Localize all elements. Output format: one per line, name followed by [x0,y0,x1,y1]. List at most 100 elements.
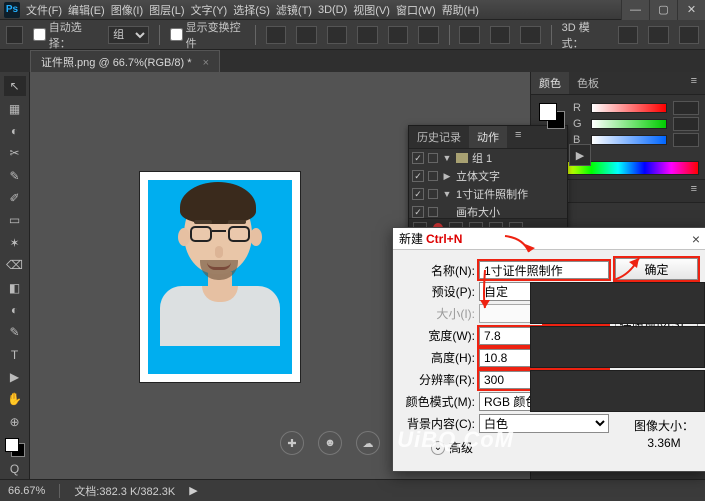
mode3d-btn-1[interactable] [618,26,638,44]
slider-b[interactable]: B [573,133,699,147]
distribute-btn-1[interactable] [459,26,479,44]
transform-controls-checkbox[interactable]: 显示变换控件 [170,19,245,51]
tool-gradient[interactable]: ◧ [4,277,26,297]
status-menu-icon[interactable]: ▶ [189,484,197,497]
tool-eraser[interactable]: ⌫ [4,255,26,275]
menu-window[interactable]: 窗口(W) [396,2,436,18]
window-maximize[interactable]: ▢ [649,0,677,20]
tool-stamp[interactable]: ▭ [4,210,26,230]
action-row[interactable]: ✓▼1寸证件照制作 [409,185,567,203]
menu-file[interactable]: 文件(F) [26,2,62,18]
tool-hand[interactable]: ✋ [4,389,26,409]
separator [159,25,160,45]
menubar: Ps 文件(F) 编辑(E) 图像(I) 图层(L) 文字(Y) 选择(S) 滤… [0,0,705,20]
label-preset: 预设(P): [401,283,479,300]
ok-button[interactable]: 确定 [615,258,698,280]
menu-edit[interactable]: 编辑(E) [68,2,105,18]
tool-dodge[interactable]: ◐ [4,300,26,320]
dialog-titlebar[interactable]: 新建 Ctrl+N × [393,228,705,250]
dialog-hotkey: Ctrl+N [426,232,462,246]
portrait-illustration [160,180,280,374]
dialog-title: 新建 [399,230,423,247]
tool-lasso[interactable]: ◐ [4,121,26,141]
id-photo [140,172,300,382]
move-tool-icon[interactable] [6,26,23,44]
panel-stub[interactable] [530,326,705,368]
tool-zoom[interactable]: ⊕ [4,412,26,432]
panel-menu-icon[interactable]: ≡ [683,72,705,94]
tab-swatches[interactable]: 色板 [569,72,607,94]
mode3d-btn-2[interactable] [648,26,668,44]
menu-3d[interactable]: 3D(D) [318,4,347,16]
dialog-close-icon[interactable]: × [692,231,700,247]
auto-select-label: 自动选择： [49,19,98,51]
label-height: 高度(H): [401,349,479,366]
separator [551,25,552,45]
quick-mask[interactable]: Q [4,459,26,479]
status-bar: 66.67% 文档:382.3 K/382.3K ▶ [0,479,705,501]
document-tab-title: 证件照.png @ 66.7%(RGB/8) * [41,57,192,69]
menu-image[interactable]: 图像(I) [111,2,143,18]
actions-panel: 历史记录 动作 ≡ ✓▼组 1 ✓▶立体文字 ✓▼1寸证件照制作 ✓画布大小 ✓… [408,125,568,237]
align-btn-5[interactable] [388,26,408,44]
tool-marquee[interactable]: ▦ [4,98,26,118]
overlay-icon: ☻ [318,431,342,455]
menu-help[interactable]: 帮助(H) [442,2,479,18]
canvas-area[interactable]: 历史记录 动作 ≡ ✓▼组 1 ✓▶立体文字 ✓▼1寸证件照制作 ✓画布大小 ✓… [30,72,530,479]
separator [449,25,450,45]
zoom-level[interactable]: 66.67% [8,485,45,497]
play-button-side[interactable]: ▶ [569,144,591,166]
tab-actions[interactable]: 动作 [469,126,507,148]
tool-brush[interactable]: ✐ [4,188,26,208]
mode3d-btn-3[interactable] [679,26,699,44]
fgbg-swatch[interactable] [539,103,565,129]
panel-stub[interactable] [530,370,705,412]
tool-eyedropper[interactable]: ✎ [4,166,26,186]
align-btn-2[interactable] [296,26,316,44]
collapsed-panels [530,282,705,414]
auto-select-checkbox[interactable]: 自动选择： [33,19,98,51]
workspace: ↖ ▦ ◐ ✂ ✎ ✐ ▭ ✶ ⌫ ◧ ◐ ✎ T ▶ ✋ ⊕ Q [0,72,705,479]
panel-menu-icon[interactable]: ≡ [507,126,529,148]
doc-info[interactable]: 文档:382.3 K/382.3K [74,483,175,499]
tool-pen[interactable]: ✎ [4,322,26,342]
menu-filter[interactable]: 滤镜(T) [276,2,312,18]
align-btn-6[interactable] [418,26,438,44]
menu-type[interactable]: 文字(Y) [191,2,228,18]
separator [255,25,256,45]
auto-select-dropdown[interactable]: 组 [108,26,149,44]
label-colormode: 颜色模式(M): [401,393,479,410]
document-tab-close[interactable]: × [203,57,209,69]
panel-menu-icon[interactable]: ≡ [683,180,705,202]
slider-r[interactable]: R [573,101,699,115]
color-swatch[interactable] [5,438,25,457]
menu-view[interactable]: 视图(V) [353,2,390,18]
action-row[interactable]: ✓▶立体文字 [409,167,567,185]
slider-g[interactable]: G [573,117,699,131]
tool-move[interactable]: ↖ [4,76,26,96]
menu-select[interactable]: 选择(S) [233,2,270,18]
menu-layer[interactable]: 图层(L) [149,2,184,18]
overlay-icons: ✚ ☻ ☁ [280,431,380,455]
tool-text[interactable]: T [4,345,26,365]
overlay-icon: ✚ [280,431,304,455]
panel-stub[interactable] [530,282,705,324]
tool-crop[interactable]: ✂ [4,143,26,163]
align-btn-3[interactable] [327,26,347,44]
input-name[interactable] [479,261,609,279]
ps-logo: Ps [4,2,20,18]
window-minimize[interactable]: — [621,0,649,20]
document-tab[interactable]: 证件照.png @ 66.7%(RGB/8) * × [30,50,220,72]
action-row[interactable]: ✓▼组 1 [409,149,567,167]
distribute-btn-3[interactable] [520,26,540,44]
align-btn-4[interactable] [357,26,377,44]
tool-healing[interactable]: ✶ [4,233,26,253]
window-close[interactable]: ✕ [677,0,705,20]
tab-color[interactable]: 颜色 [531,72,569,94]
tab-history[interactable]: 历史记录 [409,126,469,148]
align-btn-1[interactable] [266,26,286,44]
distribute-btn-2[interactable] [490,26,510,44]
transform-controls-label: 显示变换控件 [186,19,245,51]
label-width: 宽度(W): [401,327,479,344]
tool-path[interactable]: ▶ [4,367,26,387]
